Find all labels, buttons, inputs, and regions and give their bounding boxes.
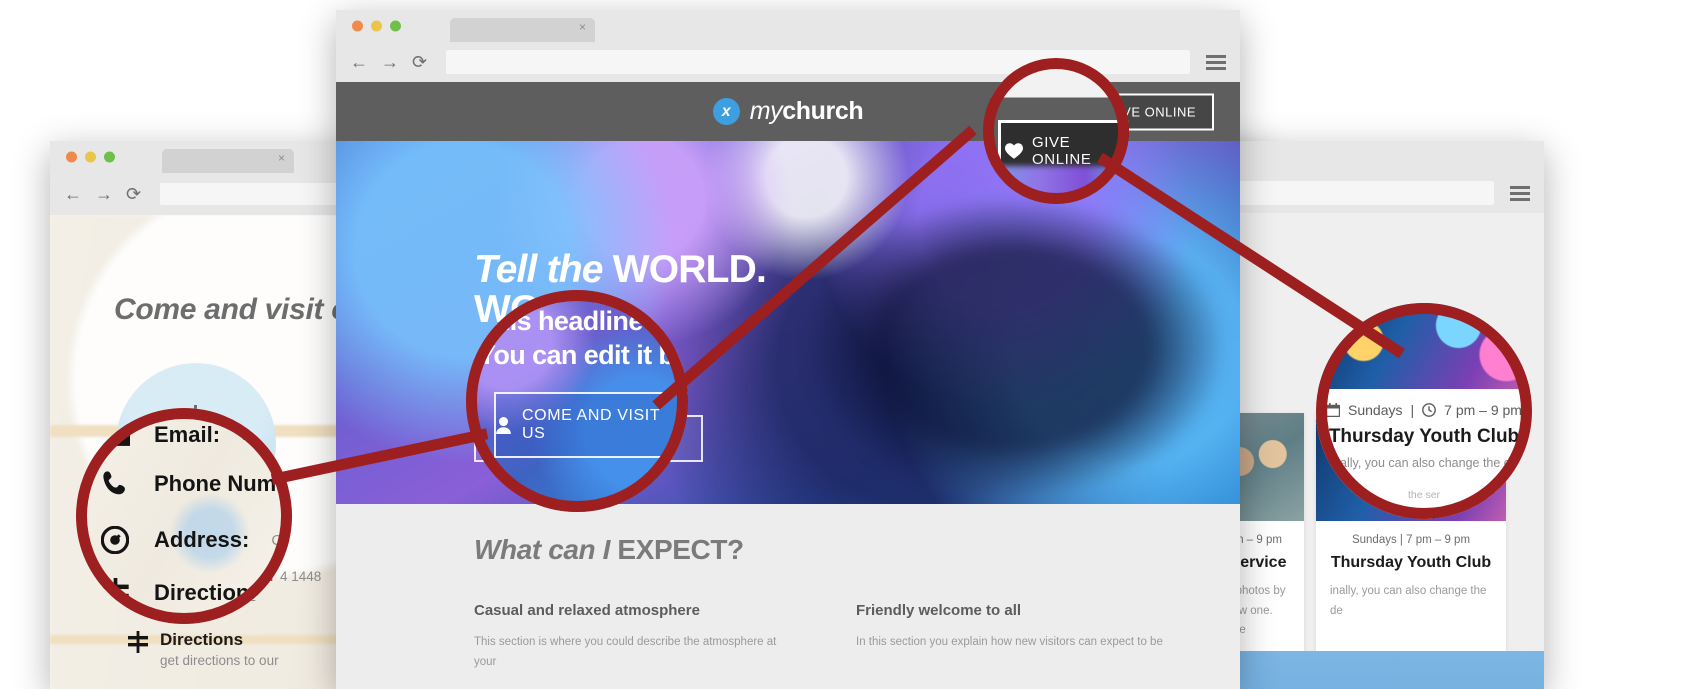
forward-icon[interactable]: → (381, 53, 399, 71)
hero-headline-bold: WORLD. (612, 248, 767, 291)
expect-column-2: Friendly welcome to all In this section … (856, 602, 1174, 672)
main-titlebar: × (336, 10, 1240, 42)
maximize-window-dot[interactable] (104, 151, 115, 163)
zoom-contact-phone-label: Phone Numb (154, 470, 290, 496)
expect-heading: What can I EXPECT? (474, 534, 744, 566)
zoom-contact-row-email: Email: m (98, 422, 255, 448)
logo-my: my (749, 97, 783, 125)
zoom-card-body-secondary: the ser (1407, 488, 1441, 501)
zoom-hero-line1: This headline shou (478, 306, 688, 336)
zoom-contact-directions-label: Directions (154, 579, 262, 605)
site-logo[interactable]: x mychurch (712, 97, 864, 126)
menu-icon[interactable] (1510, 185, 1530, 201)
forward-icon[interactable]: → (95, 185, 113, 203)
expect-column-2-heading: Friendly welcome to all (856, 602, 1022, 619)
minimize-window-dot[interactable] (371, 20, 382, 32)
contact-zoom-content: Email: m Phone Numb Address: Chur (76, 408, 292, 624)
compass-icon (98, 526, 132, 554)
signpost-icon (98, 578, 132, 607)
expect-column-1-heading: Casual and relaxed atmosphere (474, 602, 700, 619)
zoom-hero-line2: You can edit it by clic (478, 340, 688, 370)
back-icon[interactable]: ← (350, 53, 368, 71)
close-tab-icon[interactable]: × (579, 21, 586, 33)
contact-directions-label: Directions (160, 630, 244, 650)
contact-directions-text: Directions get directions to our (160, 629, 279, 670)
expect-column-1: Casual and relaxed atmosphere This secti… (474, 602, 792, 672)
back-icon[interactable]: ← (64, 185, 82, 203)
zoom-card-meta-separator: | (1410, 402, 1415, 419)
hero-headline-1: Tell the WORLD. (474, 248, 767, 291)
expect-heading-bold: EXPECT? (617, 534, 744, 565)
zoom-contact-row-directions: Directions (98, 578, 262, 607)
reload-icon[interactable]: ⟳ (412, 53, 427, 71)
clock-icon (1422, 403, 1437, 418)
expect-section-title: What can I EXPECT? (474, 534, 744, 566)
menu-icon[interactable] (1206, 54, 1226, 70)
envelope-icon (98, 424, 132, 446)
zoom-card-meta: Sundays | 7 pm – 9 pm (1316, 402, 1532, 418)
contact-directions-note: get directions to our (160, 652, 279, 668)
heart-icon (1005, 143, 1023, 159)
close-window-dot[interactable] (66, 151, 77, 163)
zoom-card-body: inally, you can also change the de (1330, 456, 1518, 471)
minimize-window-dot[interactable] (85, 151, 96, 163)
left-browser-tab[interactable]: × (162, 149, 294, 173)
screenshot-stage: × ← → ⟳ Come and visit our C 4 1448 Dire… (0, 0, 1701, 689)
zoom-card-meta-day: Sundays (1348, 402, 1403, 419)
zoom-contact-row-address: Address: Chur (98, 526, 292, 554)
zoom-contact-address-value: Chur (271, 531, 292, 549)
phone-icon (98, 470, 132, 497)
card-meta-youth: Sundays | 7 pm – 9 pm (1351, 534, 1471, 546)
card-title-youth: Thursday Youth Club (1330, 554, 1492, 571)
zoom-contact-email-value: m (242, 426, 255, 444)
event-card-zoom-content: Sundays | 7 pm – 9 pm Thursday Youth Clu… (1316, 303, 1532, 519)
logo-x-icon: x (712, 98, 740, 125)
event-card-magnifier: Sundays | 7 pm – 9 pm Thursday Youth Clu… (1316, 303, 1532, 519)
give-online-magnifier: GIVE ONLINE (983, 58, 1129, 204)
card-body-youth: inally, you can also change the de (1330, 585, 1487, 617)
main-window-controls[interactable] (352, 20, 401, 32)
zoom-card-title: Thursday Youth Club (1328, 426, 1520, 448)
signpost-icon (116, 629, 160, 654)
zoom-contact-row-phone: Phone Numb (98, 470, 290, 497)
zoom-come-and-visit-us-label: COME AND VISIT US (522, 407, 660, 442)
calendar-icon (1326, 403, 1341, 418)
person-icon (496, 416, 511, 434)
contact-magnifier: Email: m Phone Numb Address: Chur (76, 408, 292, 624)
zoom-card-meta-time: 7 pm – 9 pm (1444, 402, 1522, 419)
give-online-zoom-content: GIVE ONLINE (983, 58, 1129, 204)
logo-text: mychurch (749, 97, 864, 126)
close-tab-icon[interactable]: × (278, 152, 285, 164)
zoom-contact-email-label: Email: (154, 422, 221, 447)
zoom-contact-address-label: Address: (154, 527, 250, 552)
expect-column-2-body: In this section you explain how new visi… (856, 636, 1163, 648)
maximize-window-dot[interactable] (390, 20, 401, 32)
expect-column-1-body: This section is where you could describe… (474, 636, 777, 669)
left-window-controls[interactable] (66, 151, 115, 163)
main-browser-tab[interactable]: × (450, 18, 595, 42)
reload-icon[interactable]: ⟳ (126, 185, 141, 203)
close-window-dot[interactable] (352, 20, 363, 32)
expect-heading-italic: What can I (474, 534, 618, 565)
logo-church: church (782, 97, 864, 125)
expect-columns: Casual and relaxed atmosphere This secti… (474, 602, 1174, 672)
hero-headline-italic: Tell the (474, 248, 613, 291)
zoom-hero-strip (983, 166, 1129, 204)
